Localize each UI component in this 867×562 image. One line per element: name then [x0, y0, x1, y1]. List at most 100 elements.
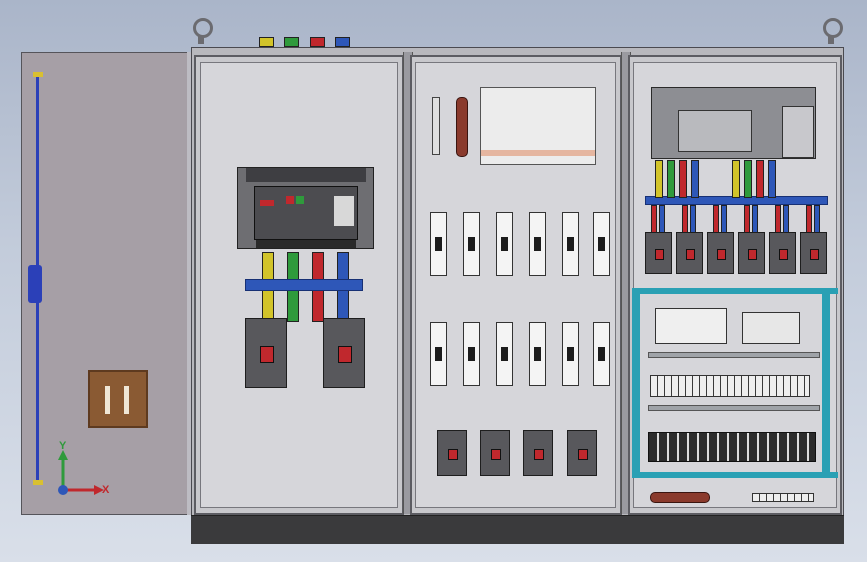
- neutral-bar: [456, 97, 468, 157]
- moulded-case-breaker[interactable]: [769, 232, 796, 274]
- miniature-circuit-breaker[interactable]: [562, 322, 579, 386]
- mcb-toggle[interactable]: [534, 237, 541, 251]
- acb-top-vent: [246, 168, 366, 182]
- top-terminal-red: [310, 37, 325, 47]
- moulded-case-breaker[interactable]: [323, 318, 365, 388]
- control-wire-green: [744, 160, 752, 198]
- feeder-wire-blue: [721, 205, 727, 233]
- terminal-block-row: [650, 375, 810, 397]
- control-wire-red: [756, 160, 764, 198]
- socket-slot: [124, 386, 129, 414]
- feeder-wire-red: [713, 205, 719, 233]
- feeder-wire-blue: [814, 205, 820, 233]
- miniature-circuit-breaker[interactable]: [562, 212, 579, 276]
- mcb-toggle[interactable]: [501, 237, 508, 251]
- miniature-circuit-breaker[interactable]: [463, 322, 480, 386]
- moulded-case-breaker[interactable]: [245, 318, 287, 388]
- acb-trip-indicator: [260, 200, 274, 206]
- door-service-socket: [88, 370, 148, 428]
- module-accent-strip: [481, 150, 595, 156]
- moulded-case-breaker[interactable]: [523, 430, 553, 476]
- plc-expansion-module: [782, 106, 814, 158]
- control-wire-green: [667, 160, 675, 198]
- busbar-support-blue: [245, 279, 363, 291]
- miniature-circuit-breaker[interactable]: [496, 212, 513, 276]
- teal-frame-bottom: [632, 472, 838, 478]
- miniature-circuit-breaker[interactable]: [496, 322, 513, 386]
- lifting-eye-icon: [193, 18, 213, 38]
- din-rail: [648, 405, 820, 411]
- control-wire-yellow: [655, 160, 663, 198]
- contactor-module-block: [480, 87, 596, 165]
- control-wire-blue: [768, 160, 776, 198]
- moulded-case-breaker[interactable]: [676, 232, 703, 274]
- control-wire-blue: [691, 160, 699, 198]
- cabinet-plinth: [191, 515, 844, 544]
- control-wire-red: [679, 160, 687, 198]
- miniature-circuit-breaker[interactable]: [430, 322, 447, 386]
- mcb-toggle[interactable]: [567, 237, 574, 251]
- feeder-wire-blue: [690, 205, 696, 233]
- mcb-toggle[interactable]: [435, 347, 442, 361]
- feeder-wire-red: [744, 205, 750, 233]
- moulded-case-breaker[interactable]: [645, 232, 672, 274]
- air-circuit-breaker[interactable]: [237, 167, 374, 249]
- terminal-strip: [752, 493, 814, 502]
- plc-front-cover: [678, 110, 752, 152]
- power-supply-unit: [742, 312, 800, 344]
- y-axis-label: Y: [59, 440, 67, 452]
- acb-on-button[interactable]: [296, 196, 304, 204]
- relay-terminal-row: [648, 432, 816, 462]
- feeder-wire-red: [651, 205, 657, 233]
- feeder-wire-blue: [659, 205, 665, 233]
- miniature-circuit-breaker[interactable]: [593, 212, 610, 276]
- moulded-case-breaker[interactable]: [707, 232, 734, 274]
- door-latch-handle[interactable]: [28, 265, 42, 303]
- neutral-bar: [650, 492, 710, 503]
- miniature-circuit-breaker[interactable]: [593, 322, 610, 386]
- miniature-circuit-breaker[interactable]: [529, 322, 546, 386]
- feeder-wire-blue: [783, 205, 789, 233]
- mcb-toggle[interactable]: [598, 347, 605, 361]
- miniature-circuit-breaker[interactable]: [463, 212, 480, 276]
- rod-bottom-guide: [33, 480, 43, 485]
- terminal-strip: [432, 97, 440, 155]
- moulded-case-breaker[interactable]: [437, 430, 467, 476]
- feeder-wire-red: [682, 205, 688, 233]
- relay-module: [655, 308, 727, 344]
- socket-slot: [105, 386, 110, 414]
- axis-triad-icon: Y X: [52, 440, 112, 500]
- acb-controller: [334, 196, 354, 226]
- feeder-wire-red: [806, 205, 812, 233]
- lifting-eye-stem: [828, 36, 834, 44]
- mcb-toggle[interactable]: [501, 347, 508, 361]
- miniature-circuit-breaker[interactable]: [430, 212, 447, 276]
- rod-top-guide: [33, 72, 43, 77]
- top-terminal-green: [284, 37, 299, 47]
- mcb-toggle[interactable]: [468, 237, 475, 251]
- moulded-case-breaker[interactable]: [480, 430, 510, 476]
- control-wire-yellow: [732, 160, 740, 198]
- moulded-case-breaker[interactable]: [738, 232, 765, 274]
- mcb-toggle[interactable]: [435, 237, 442, 251]
- lifting-eye-stem: [198, 36, 204, 44]
- feeder-wire-blue: [752, 205, 758, 233]
- moulded-case-breaker[interactable]: [567, 430, 597, 476]
- top-terminal-yellow: [259, 37, 274, 47]
- lifting-eye-icon: [823, 18, 843, 38]
- din-rail: [648, 352, 820, 358]
- teal-frame-left: [632, 288, 640, 478]
- mcb-toggle[interactable]: [468, 347, 475, 361]
- mcb-toggle[interactable]: [534, 347, 541, 361]
- teal-frame-right: [822, 288, 830, 478]
- mcb-toggle[interactable]: [598, 237, 605, 251]
- teal-frame-top: [632, 288, 838, 294]
- feeder-wire-red: [775, 205, 781, 233]
- miniature-circuit-breaker[interactable]: [529, 212, 546, 276]
- acb-off-button[interactable]: [286, 196, 294, 204]
- x-axis-label: X: [102, 484, 110, 496]
- mcb-toggle[interactable]: [567, 347, 574, 361]
- plc-controller[interactable]: [651, 87, 816, 159]
- acb-base: [256, 240, 356, 248]
- moulded-case-breaker[interactable]: [800, 232, 827, 274]
